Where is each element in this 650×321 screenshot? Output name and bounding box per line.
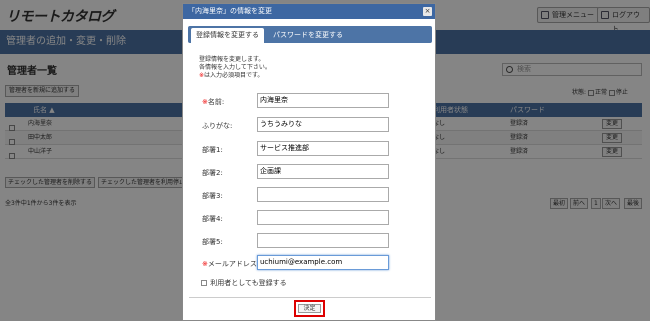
dept3-label: 部署3: bbox=[202, 192, 223, 200]
furigana-label: ふりがな: bbox=[202, 122, 233, 130]
furigana-field[interactable]: うちうみりな bbox=[257, 117, 389, 132]
dept5-label: 部署5: bbox=[202, 238, 223, 246]
intro-line-1: 登録情報を変更します。 bbox=[199, 56, 265, 63]
email-field[interactable]: uchiumi@example.com bbox=[257, 255, 389, 270]
email-label: ※メールアドレス: bbox=[202, 259, 259, 269]
dept5-field[interactable] bbox=[257, 233, 389, 248]
tab-edit-info[interactable]: 登録情報を変更する bbox=[191, 28, 264, 43]
register-as-user: 利用者としても登録する bbox=[201, 278, 287, 288]
register-as-user-label: 利用者としても登録する bbox=[210, 279, 287, 287]
dept4-label: 部署4: bbox=[202, 215, 223, 223]
divider bbox=[189, 297, 431, 298]
dept1-label: 部署1: bbox=[202, 146, 223, 154]
dept3-field[interactable] bbox=[257, 187, 389, 202]
dept2-label: 部署2: bbox=[202, 169, 223, 177]
register-as-user-checkbox[interactable] bbox=[201, 280, 207, 286]
dialog-title: 「内海里奈」の情報を変更 bbox=[188, 7, 272, 15]
tab-change-password[interactable]: パスワードを変更する bbox=[268, 28, 348, 43]
submit-button[interactable]: 決定 bbox=[298, 304, 321, 313]
dept4-field[interactable] bbox=[257, 210, 389, 225]
edit-admin-dialog: 「内海里奈」の情報を変更 × 登録情報を変更する パスワードを変更する 登録情報… bbox=[182, 3, 436, 321]
name-label-text: 名前: bbox=[207, 98, 225, 106]
dept2-field[interactable]: 企画課 bbox=[257, 164, 389, 179]
close-icon[interactable]: × bbox=[423, 7, 432, 16]
intro-line-3-text: は入力必須項目です。 bbox=[204, 72, 264, 79]
dialog-intro: 登録情報を変更します。 各情報を入力して下さい。 ※は入力必須項目です。 bbox=[199, 56, 271, 80]
dialog-title-bar: 「内海里奈」の情報を変更 × bbox=[183, 4, 435, 19]
intro-line-3: ※は入力必須項目です。 bbox=[199, 72, 271, 80]
dialog-tabs: 登録情報を変更する パスワードを変更する bbox=[188, 26, 432, 43]
intro-line-2: 各情報を入力して下さい。 bbox=[199, 64, 271, 71]
name-field[interactable]: 内海里奈 bbox=[257, 93, 389, 108]
name-label: ※名前: bbox=[202, 97, 224, 107]
submit-highlight: 決定 bbox=[294, 300, 325, 317]
email-label-text: メールアドレス: bbox=[207, 260, 260, 268]
dept1-field[interactable]: サービス推進部 bbox=[257, 141, 389, 156]
